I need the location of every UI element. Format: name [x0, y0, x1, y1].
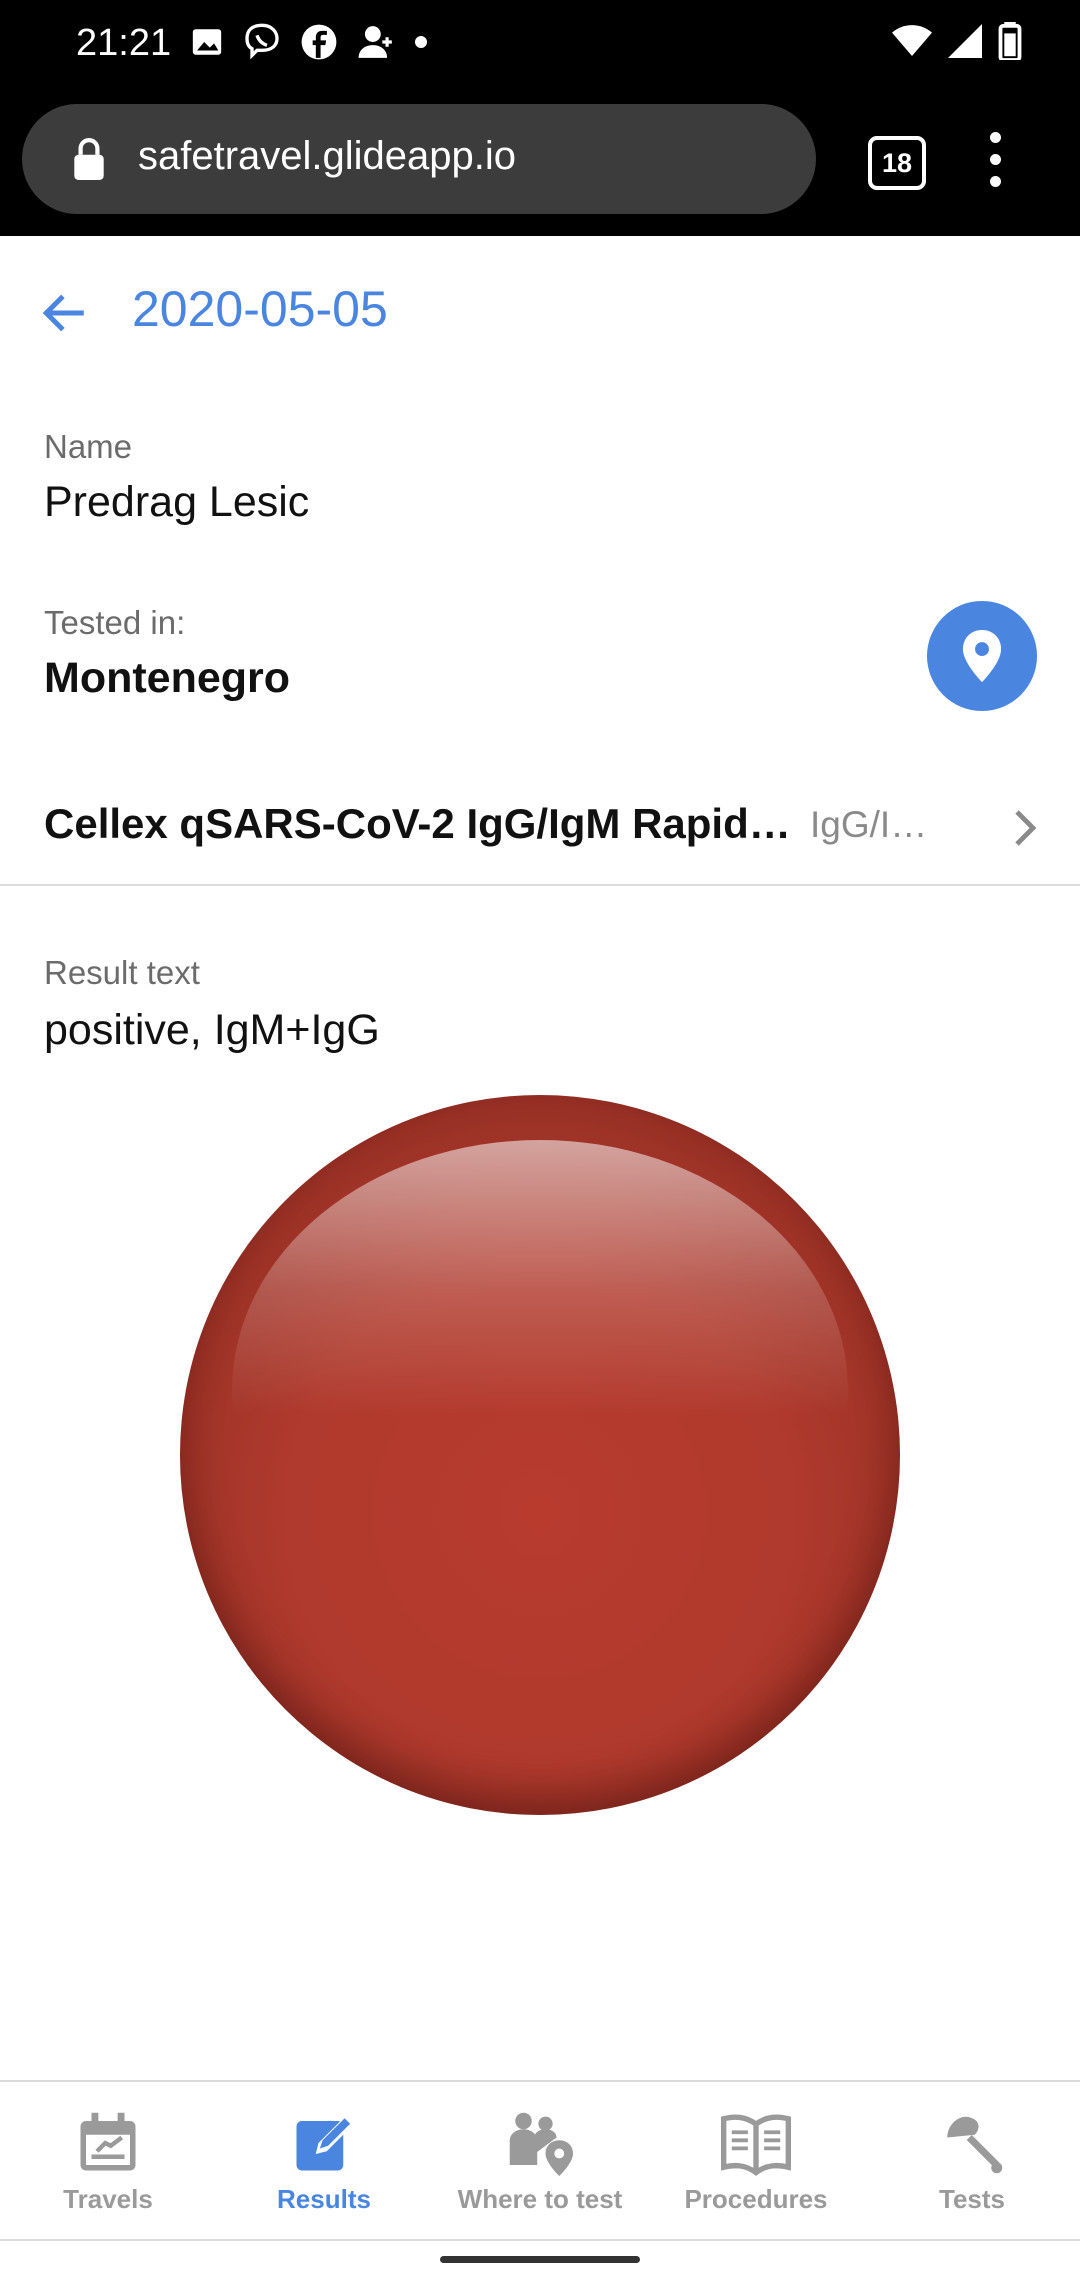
person-add-icon — [358, 26, 392, 58]
nav-label-travels: Travels — [63, 2184, 153, 2214]
nav-item-where-to-test[interactable]: Where to test — [432, 2082, 648, 2239]
test-type: IgG/IgM — [810, 804, 936, 845]
battery-icon — [998, 22, 1022, 60]
people-location-icon — [509, 2112, 573, 2176]
nav-label-procedures: Procedures — [684, 2184, 828, 2214]
nav-label-tests: Tests — [939, 2184, 1005, 2214]
nav-item-tests[interactable]: Tests — [864, 2082, 1080, 2239]
notification-icons — [190, 22, 428, 62]
edit-note-icon — [296, 2118, 352, 2171]
dot-icon — [415, 36, 427, 48]
red-circle-indicator — [180, 1095, 900, 1815]
viber-icon — [245, 23, 279, 60]
tested-in-value: Montenegro — [44, 654, 291, 702]
bottom-navigation: Travels Results Where to test Procedures — [0, 2080, 1080, 2241]
nav-label-results: Results — [277, 2184, 371, 2214]
nav-item-results[interactable]: Results — [216, 2082, 432, 2239]
nav-item-procedures[interactable]: Procedures — [648, 2082, 864, 2239]
system-icons — [892, 22, 1022, 60]
swab-icon — [947, 2116, 1003, 2174]
book-icon — [721, 2114, 791, 2176]
nav-label-where-to-test: Where to test — [457, 2184, 623, 2214]
image-icon — [192, 29, 222, 55]
name-label: Name — [44, 428, 133, 465]
page-title: 2020-05-05 — [132, 281, 388, 337]
sphere-highlight — [232, 1140, 848, 1640]
menu-dot-icon — [990, 132, 1001, 143]
url-text[interactable]: safetravel.glideapp.io — [138, 134, 516, 179]
chevron-right-icon — [1015, 810, 1037, 846]
result-text-value: positive, IgM+IgG — [44, 1006, 380, 1054]
calendar-plane-icon — [80, 2112, 136, 2171]
address-bar[interactable]: safetravel.glideapp.io — [22, 104, 816, 214]
test-link-row[interactable]: Cellex qSARS-CoV-2 IgG/IgM Rapid Test Ig… — [0, 770, 1080, 886]
back-arrow-icon[interactable] — [40, 288, 90, 338]
home-indicator[interactable] — [440, 2256, 640, 2263]
status-time: 21:21 — [76, 22, 172, 64]
result-indicator-image — [180, 1095, 900, 1815]
nav-item-travels[interactable]: Travels — [0, 2082, 216, 2239]
name-value: Predrag Lesic — [44, 478, 310, 526]
browser-menu-button[interactable] — [990, 132, 1001, 198]
menu-dot-icon — [990, 154, 1001, 165]
location-button[interactable] — [927, 601, 1037, 711]
test-name: Cellex qSARS-CoV-2 IgG/IgM Rapid Test — [44, 800, 794, 847]
signal-icon — [948, 24, 982, 58]
browser-toolbar: safetravel.glideapp.io 18 — [0, 90, 1080, 236]
lock-icon — [74, 138, 104, 180]
tab-switcher-button[interactable]: 18 — [868, 136, 926, 190]
tested-in-label: Tested in: — [44, 604, 186, 641]
facebook-icon — [301, 24, 337, 60]
menu-dot-icon — [990, 176, 1001, 187]
location-pin-icon — [962, 630, 1002, 682]
status-bar: 21:21 — [0, 0, 1080, 90]
wifi-icon — [892, 25, 932, 56]
result-text-label: Result text — [44, 954, 200, 991]
